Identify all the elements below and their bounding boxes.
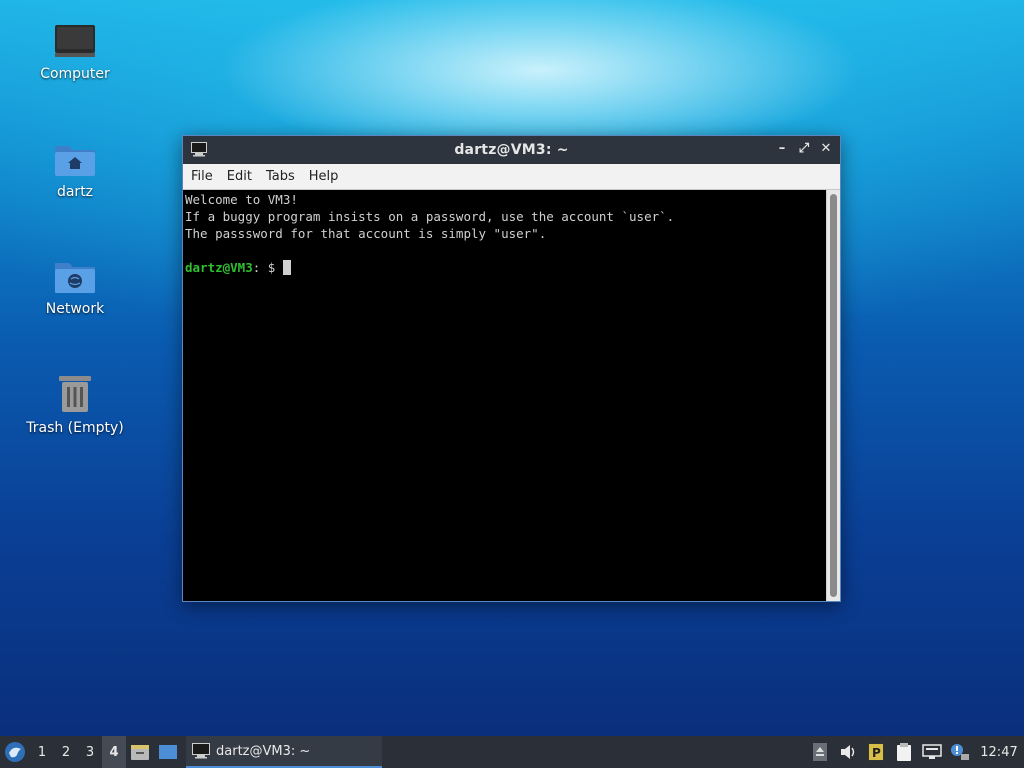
desktop-icon-label: Computer <box>40 66 110 82</box>
task-label: dartz@VM3: ~ <box>216 743 311 759</box>
clock[interactable]: 12:47 <box>974 745 1024 760</box>
terminal-line: The passsword for that account is simply… <box>185 226 547 241</box>
network-folder-icon <box>55 263 95 293</box>
desktop-icon-label: Trash (Empty) <box>26 420 124 436</box>
workspace-4[interactable]: 4 <box>102 736 126 768</box>
workspace-2[interactable]: 2 <box>54 736 78 768</box>
clipboard-p-icon[interactable]: P <box>862 736 890 768</box>
menu-file[interactable]: File <box>185 169 219 184</box>
terminal-scrollbar[interactable] <box>826 190 840 601</box>
network-status-icon[interactable] <box>918 736 946 768</box>
prompt-user: dartz@VM3 <box>185 260 253 275</box>
scrollbar-thumb[interactable] <box>830 194 837 597</box>
menu-edit[interactable]: Edit <box>221 169 258 184</box>
menubar: File Edit Tabs Help <box>183 164 840 190</box>
maximize-button[interactable]: ⤢ <box>796 141 812 157</box>
text-cursor <box>282 260 291 275</box>
terminal-prompt-line: dartz@VM3: $ <box>185 259 824 276</box>
window-titlebar[interactable]: dartz@VM3: ~ – ⤢ ✕ <box>183 136 840 164</box>
show-desktop-icon <box>159 745 177 759</box>
volume-icon[interactable] <box>834 736 862 768</box>
system-tray: P 12:47 <box>806 736 1024 768</box>
desktop-icon-computer[interactable]: Computer <box>20 22 130 82</box>
menu-tabs[interactable]: Tabs <box>260 169 301 184</box>
terminal-output[interactable]: Welcome to VM3! If a buggy program insist… <box>183 190 826 601</box>
terminal-line: Welcome to VM3! <box>185 192 298 207</box>
launcher-show-desktop[interactable] <box>154 736 182 768</box>
minimize-button[interactable]: – <box>774 141 790 157</box>
terminal-window[interactable]: dartz@VM3: ~ – ⤢ ✕ File Edit Tabs Help W… <box>182 135 841 602</box>
svg-text:P: P <box>872 746 881 760</box>
lxqt-logo-icon <box>5 742 25 762</box>
trash-icon <box>59 376 91 412</box>
taskbar: 1 2 3 4 dartz@VM3: ~ P 12:47 <box>0 736 1024 768</box>
desktop-icon-trash[interactable]: Trash (Empty) <box>20 372 130 436</box>
computer-icon <box>55 25 95 57</box>
window-title: dartz@VM3: ~ <box>454 142 569 158</box>
launcher-file-manager[interactable] <box>126 736 154 768</box>
workspace-1[interactable]: 1 <box>30 736 54 768</box>
terminal-line: If a buggy program insists on a password… <box>185 209 675 224</box>
file-manager-icon <box>131 745 149 760</box>
menu-help[interactable]: Help <box>303 169 345 184</box>
terminal-icon <box>192 743 210 759</box>
desktop-icon-label: dartz <box>56 184 94 200</box>
notification-icon[interactable] <box>946 736 974 768</box>
start-menu-button[interactable] <box>0 736 30 768</box>
clipboard-icon[interactable] <box>890 736 918 768</box>
prompt-suffix: : $ <box>252 260 283 275</box>
workspace-3[interactable]: 3 <box>78 736 102 768</box>
eject-icon[interactable] <box>806 736 834 768</box>
desktop-icon-label: Network <box>45 301 105 317</box>
home-folder-icon <box>55 146 95 176</box>
taskbar-task-terminal[interactable]: dartz@VM3: ~ <box>186 736 382 768</box>
desktop-icon-home[interactable]: dartz <box>20 140 130 200</box>
desktop-icon-network[interactable]: Network <box>20 257 130 317</box>
close-button[interactable]: ✕ <box>818 141 834 157</box>
